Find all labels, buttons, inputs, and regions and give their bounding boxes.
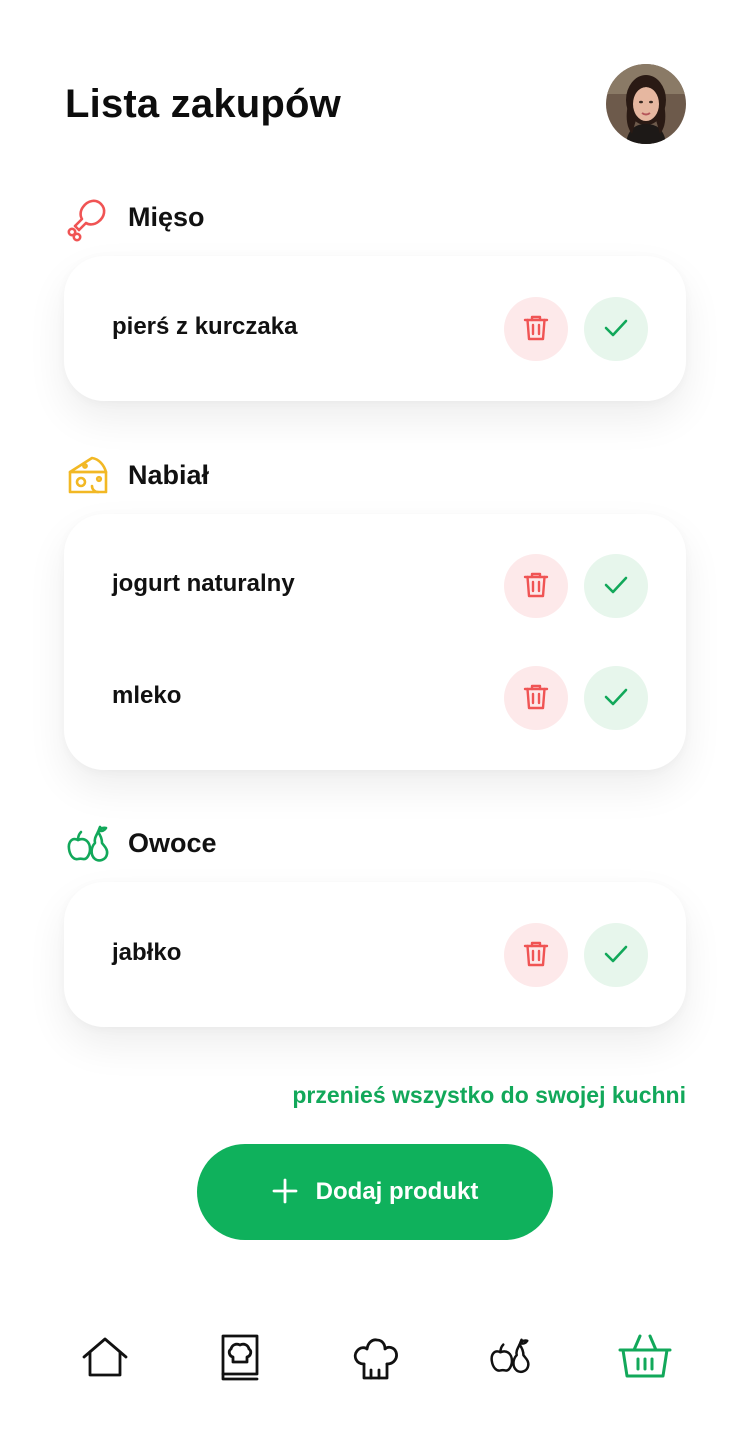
item-name: mleko (112, 682, 182, 709)
fruits-icon (487, 1335, 533, 1386)
nav-shopping-list[interactable] (605, 1320, 685, 1400)
add-product-label: Dodaj produkt (315, 1178, 479, 1205)
delete-button[interactable] (504, 923, 568, 987)
category-header: Nabiał (64, 454, 686, 494)
item-name: jabłko (112, 939, 182, 966)
check-icon (603, 575, 629, 598)
category-fruits: Owoce jabłko (64, 822, 686, 1027)
trash-icon (523, 940, 549, 971)
bottom-nav (0, 1320, 750, 1410)
drumstick-icon (64, 196, 112, 244)
nav-recipes[interactable] (200, 1320, 280, 1400)
category-dairy: Nabiał jogurt naturalny mleko (64, 454, 686, 770)
trash-icon (523, 314, 549, 345)
item-card: jabłko (64, 882, 686, 1027)
item-name: jogurt naturalny (112, 570, 295, 597)
list-item: jabłko (64, 923, 686, 987)
item-card: jogurt naturalny mleko (64, 514, 686, 770)
move-all-link[interactable]: przenieś wszystko do swojej kuchni (292, 1082, 686, 1109)
delete-button[interactable] (504, 554, 568, 618)
fruits-icon (64, 822, 112, 870)
category-title: Nabiał (128, 460, 210, 490)
delete-button[interactable] (504, 666, 568, 730)
item-name: pierś z kurczaka (112, 313, 298, 340)
recipe-book-icon (215, 1332, 265, 1389)
header: Lista zakupów (65, 64, 686, 144)
basket-icon (616, 1332, 674, 1389)
category-title: Owoce (128, 828, 217, 858)
list-item: mleko (64, 666, 686, 730)
check-button[interactable] (584, 923, 648, 987)
category-meat: Mięso pierś z kurczaka (64, 196, 686, 401)
delete-button[interactable] (504, 297, 568, 361)
page-title: Lista zakupów (65, 82, 341, 126)
list-item: pierś z kurczaka (64, 297, 686, 361)
list-item: jogurt naturalny (64, 554, 686, 618)
category-header: Owoce (64, 822, 686, 862)
item-card: pierś z kurczaka (64, 256, 686, 401)
trash-icon (523, 571, 549, 602)
add-product-button[interactable]: Dodaj produkt (197, 1144, 553, 1240)
category-title: Mięso (128, 202, 205, 232)
check-button[interactable] (584, 297, 648, 361)
avatar[interactable] (606, 64, 686, 144)
check-icon (603, 318, 629, 341)
nav-home[interactable] (65, 1320, 145, 1400)
cheese-icon (64, 454, 112, 502)
check-button[interactable] (584, 666, 648, 730)
check-icon (603, 944, 629, 967)
check-button[interactable] (584, 554, 648, 618)
chef-hat-icon (349, 1332, 401, 1389)
check-icon (603, 687, 629, 710)
home-icon (80, 1333, 130, 1388)
plus-icon (272, 1178, 298, 1207)
trash-icon (523, 683, 549, 714)
nav-chef[interactable] (335, 1320, 415, 1400)
nav-fruits[interactable] (470, 1320, 550, 1400)
category-header: Mięso (64, 196, 686, 242)
